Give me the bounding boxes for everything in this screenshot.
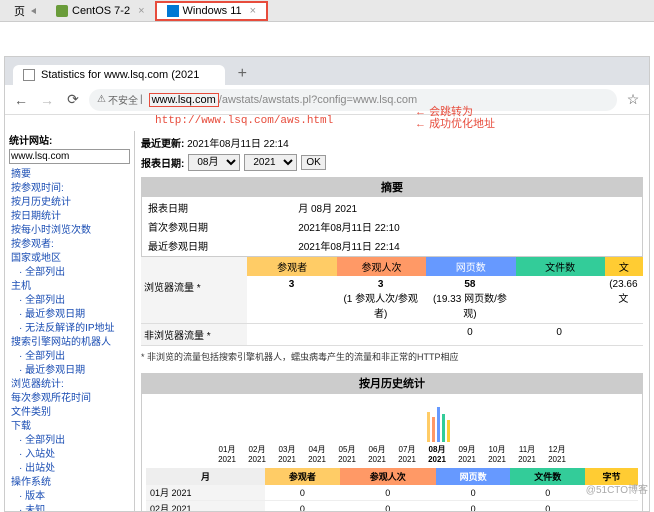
os-tab-bar: CentOS 7-2 × Windows 11 × bbox=[0, 0, 654, 22]
tri-icon bbox=[31, 8, 36, 14]
url-host: www.lsq.com bbox=[149, 93, 219, 107]
stats-row-browser: 浏览器流量 * 3 3(1 参观人次/参观者) 58(19.33 网页数/参观)… bbox=[141, 276, 643, 324]
back-button[interactable]: ← bbox=[11, 90, 31, 110]
stats-footnote: * 非浏览的流量包括搜索引擎机器人，蠕虫病毒产生的流量和非正常的HTTP相应 bbox=[141, 346, 643, 367]
sidebar-head[interactable]: 按参观时间: bbox=[9, 182, 130, 196]
monthly-title: 按月历史统计 bbox=[141, 373, 643, 393]
sidebar-subitem[interactable]: · 全部列出 bbox=[9, 294, 130, 308]
url-input[interactable]: ⚠ 不安全 | www.lsq.com/awstats/awstats.pl?c… bbox=[89, 89, 617, 111]
os-tab-windows[interactable]: Windows 11 × bbox=[155, 1, 269, 21]
watermark: @51CTO博客 bbox=[586, 481, 648, 496]
annotation-overlay: ← 会跳转为 http://www.lsq.com/aws.html ← 成功优… bbox=[5, 115, 649, 131]
centos-icon bbox=[56, 5, 68, 17]
last-update-label: 最近更新: bbox=[141, 139, 184, 150]
browser-tab-bar: Statistics for www.lsq.com (2021 + bbox=[5, 57, 649, 85]
sidebar-subitem[interactable]: · 全部列出 bbox=[9, 434, 130, 448]
windows-icon bbox=[167, 5, 179, 17]
browser-window: Statistics for www.lsq.com (2021 + ← → ⟳… bbox=[4, 56, 650, 512]
sidebar-item[interactable]: 按月历史统计 bbox=[9, 196, 130, 210]
monthly-chart: 01月202102月202103月202104月202105月202106月20… bbox=[141, 393, 643, 511]
sidebar-title: 统计网站: bbox=[9, 135, 130, 149]
sidebar-subitem[interactable]: · 入站处 bbox=[9, 448, 130, 462]
sidebar-subitem[interactable]: · 版本 bbox=[9, 490, 130, 504]
summary-title: 摘要 bbox=[141, 177, 643, 197]
sidebar-head[interactable]: 搜索引擎网站的机器人 bbox=[9, 336, 130, 350]
report-filter: 报表日期: 08月 2021 OK bbox=[141, 154, 643, 171]
sidebar-subitem[interactable]: · 最近参观日期 bbox=[9, 308, 130, 322]
summary-dates: 报表日期月 08月 2021 首次参观日期2021年08月11日 22:10 最… bbox=[141, 197, 643, 257]
sidebar-item[interactable]: 文件类别 bbox=[9, 406, 130, 420]
browser-tab-title: Statistics for www.lsq.com (2021 bbox=[41, 69, 199, 81]
reload-button[interactable]: ⟳ bbox=[63, 90, 83, 110]
stats-header: 参观者参观人次网页数文件数文 bbox=[141, 257, 643, 276]
sidebar-subitem[interactable]: · 出站处 bbox=[9, 462, 130, 476]
last-update-value: 2021年08月11日 22:14 bbox=[187, 139, 289, 150]
new-tab-button[interactable]: + bbox=[231, 63, 253, 85]
stats-row-nonbrowser: 非浏览器流量 * 00 bbox=[141, 324, 643, 346]
report-date-label: 报表日期: bbox=[141, 155, 184, 170]
sidebar-subitem[interactable]: · 全部列出 bbox=[9, 266, 130, 280]
page-icon bbox=[23, 69, 35, 81]
close-icon[interactable]: × bbox=[250, 5, 256, 17]
sidebar-subitem[interactable]: · 最近参观日期 bbox=[9, 364, 130, 378]
sidebar-head[interactable]: 摘要 bbox=[9, 168, 130, 182]
sidebar-subitem[interactable]: · 全部列出 bbox=[9, 350, 130, 364]
awstats-main: 最近更新: 2021年08月11日 22:14 报表日期: 08月 2021 O… bbox=[135, 131, 649, 511]
month-select[interactable]: 08月 bbox=[188, 154, 240, 171]
sidebar-item[interactable]: 下载 bbox=[9, 420, 130, 434]
sidebar-head[interactable]: 浏览器统计: bbox=[9, 378, 130, 392]
sidebar-subitem[interactable]: · 未知 bbox=[9, 504, 130, 511]
awstats-sidebar: 统计网站: 摘要按参观时间:按月历史统计按日期统计按每小时浏览次数按参观者:国家… bbox=[5, 131, 135, 511]
sidebar-head[interactable]: 主机 bbox=[9, 280, 130, 294]
annotation-success: ← 成功优化地址 bbox=[415, 115, 495, 131]
url-path: /awstats/awstats.pl?config=www.lsq.com bbox=[219, 94, 417, 106]
sidebar-subitem[interactable]: · 无法反解译的IP地址 bbox=[9, 322, 130, 336]
close-icon[interactable]: × bbox=[138, 5, 144, 17]
os-tab-label: Windows 11 bbox=[183, 5, 242, 17]
sidebar-item[interactable]: 按日期统计 bbox=[9, 210, 130, 224]
os-tab-label: CentOS 7-2 bbox=[72, 5, 130, 17]
year-select[interactable]: 2021 bbox=[244, 154, 297, 171]
insecure-badge: ⚠ 不安全 | bbox=[97, 92, 143, 107]
bookmark-button[interactable]: ☆ bbox=[623, 90, 643, 110]
os-tab-first[interactable] bbox=[4, 1, 46, 21]
sidebar-item[interactable]: 按每小时浏览次数 bbox=[9, 224, 130, 238]
forward-button: → bbox=[37, 90, 57, 110]
sidebar-head[interactable]: 按参观者: bbox=[9, 238, 130, 252]
sidebar-head[interactable]: 操作系统 bbox=[9, 476, 130, 490]
ok-button[interactable]: OK bbox=[301, 155, 325, 170]
annotation-url: http://www.lsq.com/aws.html bbox=[155, 115, 333, 127]
os-tab-centos[interactable]: CentOS 7-2 × bbox=[46, 3, 155, 19]
sidebar-item[interactable]: 每次参观所花时间 bbox=[9, 392, 130, 406]
monthly-table: 月 参观者 参观人次 网页数 文件数 字节 01月 2021000002月 20… bbox=[146, 468, 638, 511]
browser-tab[interactable]: Statistics for www.lsq.com (2021 bbox=[13, 65, 225, 85]
sidebar-item[interactable]: 国家或地区 bbox=[9, 252, 130, 266]
page-content: 统计网站: 摘要按参观时间:按月历史统计按日期统计按每小时浏览次数按参观者:国家… bbox=[5, 131, 649, 511]
domain-input[interactable] bbox=[9, 149, 130, 164]
address-bar: ← → ⟳ ⚠ 不安全 | www.lsq.com/awstats/awstat… bbox=[5, 85, 649, 115]
